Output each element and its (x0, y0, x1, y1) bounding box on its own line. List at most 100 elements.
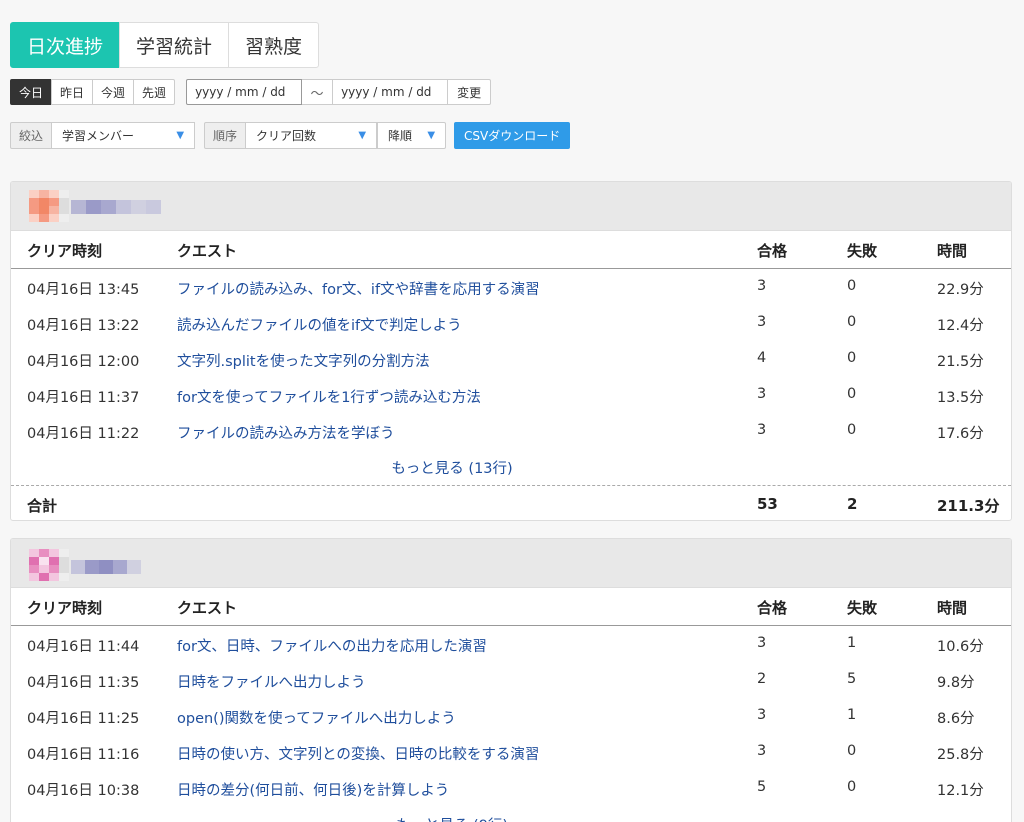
row-pass-count: 3 (757, 707, 767, 723)
row-fail-count: 0 (847, 422, 857, 438)
quest-link[interactable]: for文、日時、ファイルへの出力を応用した演習 (177, 635, 487, 656)
chevron-down-icon: ▼ (176, 130, 185, 141)
row-clear-time: 04月16日 11:35 (27, 675, 140, 691)
table-row: 04月16日 11:44 for文、日時、ファイルへの出力を応用した演習 3 1… (11, 626, 1011, 662)
avatar (29, 549, 69, 581)
header-quest: クエスト (177, 599, 238, 617)
row-pass-count: 3 (757, 422, 767, 438)
row-pass-count: 2 (757, 671, 767, 687)
today-button[interactable]: 今日 (10, 79, 53, 105)
row-duration: 22.9分 (937, 282, 984, 298)
apply-date-button[interactable]: 変更 (448, 79, 492, 105)
row-duration: 12.4分 (937, 318, 984, 334)
member-card-header (11, 539, 1011, 588)
chevron-down-icon: ▼ (427, 130, 436, 141)
header-fail: 失敗 (847, 599, 878, 617)
member-card: クリア時刻 クエスト 合格 失敗 時間 04月16日 11:44 for文、日時… (10, 538, 1012, 822)
date-filter-bar: 今日 昨日 今週 先週 yyyy / mm / dd 〜 yyyy / mm /… (10, 79, 492, 105)
tab-proficiency[interactable]: 習熟度 (228, 22, 320, 68)
header-clear-time: クリア時刻 (27, 242, 103, 260)
table-row: 04月16日 13:45 ファイルの読み込み、for文、if文や辞書を応用する演… (11, 269, 1011, 305)
row-pass-count: 3 (757, 278, 767, 294)
row-fail-count: 0 (847, 743, 857, 759)
row-duration: 9.8分 (937, 675, 975, 691)
table-row: 04月16日 11:25 open()関数を使ってファイルへ出力しよう 3 1 … (11, 698, 1011, 734)
tab-learning-stats[interactable]: 学習統計 (119, 22, 230, 68)
direction-value: 降順 (388, 129, 413, 143)
member-filter-select[interactable]: 学習メンバー ▼ (52, 122, 196, 149)
total-row: 合計 53 2 211.3分 (11, 485, 1011, 520)
row-clear-time: 04月16日 11:25 (27, 711, 140, 727)
quest-link[interactable]: open()関数を使ってファイルへ出力しよう (177, 707, 456, 728)
quest-link[interactable]: 文字列.splitを使った文字列の分割方法 (177, 350, 430, 371)
tab-daily-progress[interactable]: 日次進捗 (10, 22, 121, 68)
view-tabs: 日次進捗 学習統計 習熟度 (10, 22, 320, 68)
row-fail-count: 1 (847, 635, 857, 651)
this-week-button[interactable]: 今週 (92, 79, 135, 105)
member-card-header (11, 182, 1011, 231)
row-clear-time: 04月16日 11:44 (27, 639, 140, 655)
quest-link[interactable]: 読み込んだファイルの値をif文で判定しよう (177, 314, 462, 335)
row-clear-time: 04月16日 11:16 (27, 747, 140, 763)
date-from-input[interactable]: yyyy / mm / dd (186, 79, 303, 105)
order-value: クリア回数 (256, 129, 317, 143)
quest-link[interactable]: 日時の差分(何日前、何日後)を計算しよう (177, 779, 449, 800)
table-header: クリア時刻 クエスト 合格 失敗 時間 (11, 231, 1011, 269)
header-pass: 合格 (757, 242, 788, 260)
quest-link[interactable]: ファイルの読み込み、for文、if文や辞書を応用する演習 (177, 278, 540, 299)
table-row: 04月16日 13:22 読み込んだファイルの値をif文で判定しよう 3 0 1… (11, 305, 1011, 341)
quest-link[interactable]: for文を使ってファイルを1行ずつ読み込む方法 (177, 386, 481, 407)
row-duration: 8.6分 (937, 711, 975, 727)
direction-select[interactable]: 降順 ▼ (377, 122, 447, 149)
row-pass-count: 3 (757, 314, 767, 330)
row-fail-count: 0 (847, 314, 857, 330)
row-duration: 13.5分 (937, 390, 984, 406)
row-duration: 17.6分 (937, 426, 984, 442)
row-duration: 21.5分 (937, 354, 984, 370)
header-clear-time: クリア時刻 (27, 599, 103, 617)
header-duration: 時間 (937, 242, 968, 260)
row-fail-count: 0 (847, 779, 857, 795)
show-more-link[interactable]: もっと見る (13行) (11, 449, 1011, 485)
row-pass-count: 4 (757, 350, 767, 366)
quest-link[interactable]: 日時をファイルへ出力しよう (177, 671, 366, 692)
row-fail-count: 5 (847, 671, 857, 687)
avatar (29, 190, 69, 222)
table-row: 04月16日 11:35 日時をファイルへ出力しよう 2 5 9.8分 (11, 662, 1011, 698)
filter-label: 絞込 (10, 122, 53, 149)
total-fail: 2 (847, 495, 858, 513)
show-more-link[interactable]: もっと見る (9行) (11, 806, 1011, 822)
date-to-input[interactable]: yyyy / mm / dd (332, 79, 449, 105)
order-select[interactable]: クリア回数 ▼ (246, 122, 378, 149)
date-range-separator: 〜 (302, 79, 333, 105)
table-row: 04月16日 12:00 文字列.splitを使った文字列の分割方法 4 0 2… (11, 341, 1011, 377)
filter-bar: 絞込 学習メンバー ▼ 順序 クリア回数 ▼ 降順 ▼ CSVダウンロード (10, 122, 571, 149)
order-label: 順序 (204, 122, 247, 149)
row-clear-time: 04月16日 10:38 (27, 783, 140, 799)
table-row: 04月16日 10:38 日時の差分(何日前、何日後)を計算しよう 5 0 12… (11, 770, 1011, 806)
csv-download-button[interactable]: CSVダウンロード (454, 122, 571, 149)
member-name-redacted (71, 560, 141, 574)
row-clear-time: 04月16日 12:00 (27, 354, 140, 370)
table-row: 04月16日 11:22 ファイルの読み込み方法を学ぼう 3 0 17.6分 (11, 413, 1011, 449)
member-filter-value: 学習メンバー (62, 129, 135, 143)
row-clear-time: 04月16日 13:22 (27, 318, 140, 334)
row-fail-count: 0 (847, 350, 857, 366)
total-label: 合計 (27, 497, 58, 515)
row-fail-count: 0 (847, 278, 857, 294)
table-header: クリア時刻 クエスト 合格 失敗 時間 (11, 588, 1011, 626)
row-duration: 10.6分 (937, 639, 984, 655)
quest-link[interactable]: ファイルの読み込み方法を学ぼう (177, 422, 395, 443)
last-week-button[interactable]: 先週 (133, 79, 176, 105)
row-fail-count: 1 (847, 707, 857, 723)
quest-link[interactable]: 日時の使い方、文字列との変換、日時の比較をする演習 (177, 743, 539, 764)
total-duration: 211.3分 (937, 497, 1000, 515)
row-pass-count: 3 (757, 743, 767, 759)
row-clear-time: 04月16日 11:37 (27, 390, 140, 406)
table-row: 04月16日 11:16 日時の使い方、文字列との変換、日時の比較をする演習 3… (11, 734, 1011, 770)
header-quest: クエスト (177, 242, 238, 260)
header-fail: 失敗 (847, 242, 878, 260)
yesterday-button[interactable]: 昨日 (51, 79, 94, 105)
member-card: クリア時刻 クエスト 合格 失敗 時間 04月16日 13:45 ファイルの読み… (10, 181, 1012, 521)
header-duration: 時間 (937, 599, 968, 617)
